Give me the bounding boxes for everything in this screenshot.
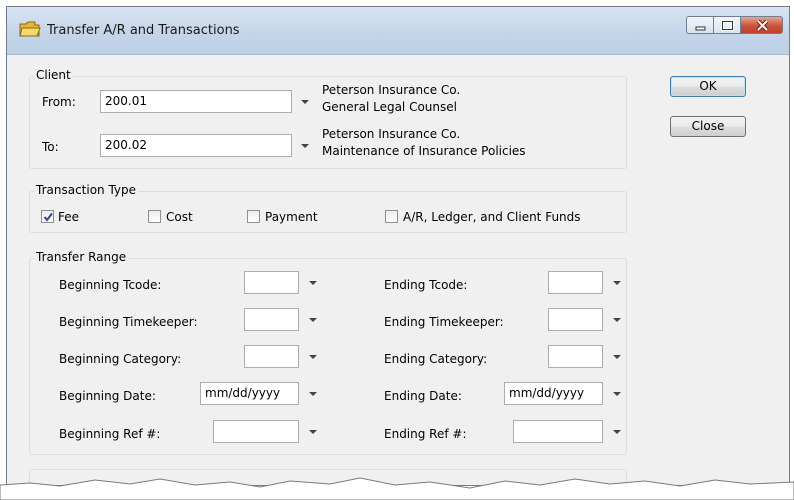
ending-ref-dropdown[interactable]: [610, 420, 624, 443]
maximize-icon: [721, 20, 734, 31]
ending-category-label: Ending Category:: [384, 352, 488, 366]
cost-checkbox[interactable]: [148, 210, 161, 223]
beginning-timekeeper-input[interactable]: [244, 308, 299, 331]
dialog-window: Transfer A/R and Transactions Client Fro…: [6, 6, 790, 486]
close-icon: [756, 19, 769, 32]
ending-timekeeper-dropdown[interactable]: [610, 308, 624, 331]
beginning-timekeeper-label: Beginning Timekeeper:: [59, 315, 198, 329]
close-button[interactable]: Close: [670, 116, 746, 137]
beginning-date-label: Beginning Date:: [59, 389, 156, 403]
payment-label[interactable]: Payment: [265, 210, 318, 224]
window-controls: [686, 16, 783, 34]
ending-ref-input[interactable]: [513, 420, 603, 443]
client-group-label: Client: [34, 68, 73, 82]
torn-edge-decoration: [0, 477, 794, 500]
folder-icon: [19, 21, 41, 37]
ending-category-input[interactable]: [548, 345, 603, 368]
cost-label[interactable]: Cost: [166, 210, 193, 224]
beginning-tcode-input[interactable]: [244, 271, 299, 294]
beginning-date-dropdown[interactable]: [306, 382, 320, 405]
to-client-name: Peterson Insurance Co.: [322, 127, 461, 141]
beginning-date-input[interactable]: mm/dd/yyyy: [200, 382, 299, 405]
minimize-icon: [695, 26, 706, 31]
from-label: From:: [42, 95, 76, 109]
beginning-tcode-dropdown[interactable]: [306, 271, 320, 294]
window-title: Transfer A/R and Transactions: [47, 23, 240, 38]
maximize-button[interactable]: [713, 16, 740, 34]
ending-date-input[interactable]: mm/dd/yyyy: [504, 382, 603, 405]
beginning-ref-dropdown[interactable]: [306, 420, 320, 443]
ar-ledger-client-funds-checkbox[interactable]: [385, 210, 398, 223]
beginning-ref-input[interactable]: [213, 420, 299, 443]
beginning-ref-label: Beginning Ref #:: [59, 427, 161, 441]
from-client-dropdown[interactable]: [298, 90, 312, 113]
ending-tcode-dropdown[interactable]: [610, 271, 624, 294]
minimize-button[interactable]: [686, 16, 713, 34]
ending-timekeeper-input[interactable]: [548, 308, 603, 331]
transaction-type-group-label: Transaction Type: [34, 183, 139, 197]
ar-ledger-client-funds-label[interactable]: A/R, Ledger, and Client Funds: [403, 210, 581, 224]
ending-timekeeper-label: Ending Timekeeper:: [384, 315, 504, 329]
close-window-button[interactable]: [740, 16, 783, 34]
to-matter-description: Maintenance of Insurance Policies: [322, 144, 526, 158]
from-matter-description: General Legal Counsel: [322, 100, 457, 114]
ok-button[interactable]: OK: [670, 76, 746, 97]
ending-tcode-input[interactable]: [548, 271, 603, 294]
ending-category-dropdown[interactable]: [610, 345, 624, 368]
checkmark-icon: [43, 212, 53, 222]
payment-checkbox[interactable]: [247, 210, 260, 223]
ending-date-label: Ending Date:: [384, 389, 462, 403]
ending-tcode-label: Ending Tcode:: [384, 278, 468, 292]
from-client-input[interactable]: 200.01: [100, 90, 292, 113]
beginning-tcode-label: Beginning Tcode:: [59, 278, 162, 292]
title-bar[interactable]: Transfer A/R and Transactions: [7, 7, 789, 55]
beginning-timekeeper-dropdown[interactable]: [306, 308, 320, 331]
to-client-dropdown[interactable]: [298, 134, 312, 157]
beginning-category-label: Beginning Category:: [59, 352, 182, 366]
ending-date-dropdown[interactable]: [610, 382, 624, 405]
fee-label[interactable]: Fee: [58, 210, 79, 224]
transfer-range-group-label: Transfer Range: [34, 250, 129, 264]
fee-checkbox[interactable]: [41, 210, 54, 223]
beginning-category-input[interactable]: [244, 345, 299, 368]
from-client-name: Peterson Insurance Co.: [322, 83, 461, 97]
ending-ref-label: Ending Ref #:: [384, 427, 467, 441]
to-label: To:: [42, 140, 59, 154]
beginning-category-dropdown[interactable]: [306, 345, 320, 368]
to-client-input[interactable]: 200.02: [100, 134, 292, 157]
